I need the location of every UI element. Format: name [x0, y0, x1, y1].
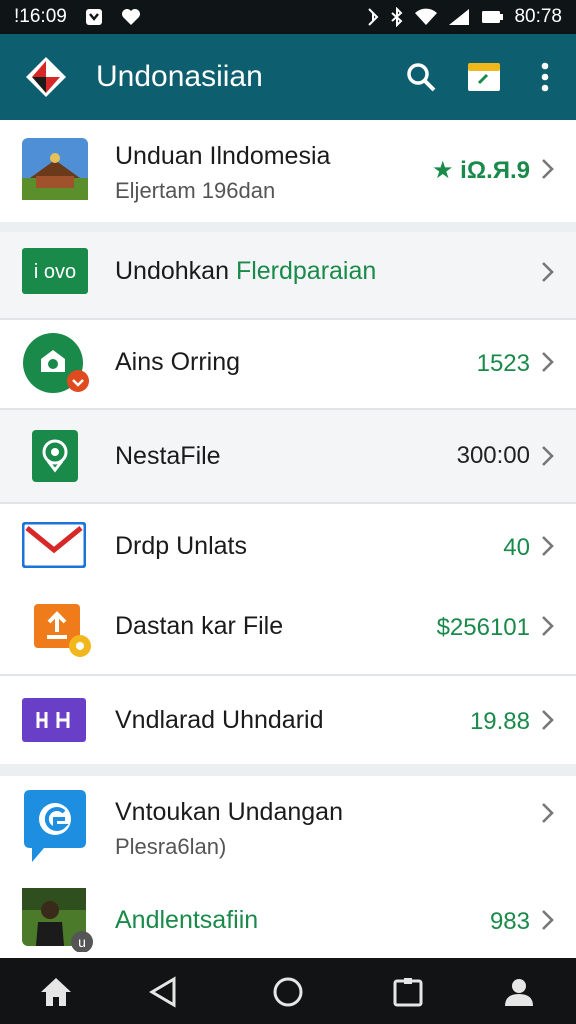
item-rating: ★ iΩ.Я.9 — [431, 157, 530, 184]
chevron-right-icon — [542, 536, 554, 556]
list-item[interactable]: Drdp Unlats 40 — [0, 504, 576, 586]
chevron-right-icon — [542, 159, 554, 179]
chevron-right-icon — [542, 616, 554, 636]
folder-icon[interactable] — [467, 60, 501, 94]
item-title: Undohkan Flerdparaian — [115, 257, 377, 285]
item-title: Andlentsafiin — [115, 906, 259, 934]
item-value: 300:00 — [456, 442, 530, 469]
list-item[interactable]: Ains Orring 1523 — [0, 320, 576, 408]
app-logo-icon[interactable] — [24, 55, 68, 99]
item-title: Ains Orring — [115, 348, 241, 376]
bluetooth-icon — [390, 7, 404, 27]
chevron-right-icon — [542, 352, 554, 372]
chevron-right-icon — [542, 446, 554, 466]
section-gap — [0, 764, 576, 776]
wifi-icon — [414, 8, 438, 26]
item-title: NestaFile — [115, 442, 221, 470]
battery-icon — [480, 8, 504, 26]
status-clock-right: 80:78 — [514, 6, 562, 27]
download-box-icon — [85, 8, 103, 26]
purple-app-icon — [22, 698, 86, 742]
list-item[interactable]: Dastan kar File $256101 — [0, 586, 576, 674]
item-value: $256101 — [436, 614, 530, 641]
status-bar: !16:09 80:78 — [0, 0, 576, 34]
svg-text:i ovo: i ovo — [34, 261, 76, 283]
search-icon[interactable] — [404, 60, 438, 94]
item-value: 40 — [503, 534, 530, 561]
heart-icon — [121, 8, 141, 26]
blue-chat-icon — [22, 788, 88, 868]
item-title: Dastan kar File — [115, 612, 284, 640]
list-item[interactable]: Vntoukan Undangan Plesra6lan) — [0, 776, 576, 878]
item-subtitle: Eljertam 196dan — [115, 178, 276, 203]
home-icon[interactable] — [38, 974, 74, 1010]
back-icon[interactable] — [145, 974, 181, 1010]
circle-home-icon[interactable] — [270, 974, 306, 1010]
signal-icon — [448, 8, 470, 26]
chevron-right-icon — [542, 710, 554, 730]
list-item[interactable]: i ovo Undohkan Flerdparaian — [0, 232, 576, 318]
iovo-logo-icon: i ovo — [22, 248, 88, 294]
list-item[interactable]: Vndlarad Uhndarid 19.88 — [0, 676, 576, 764]
green-location-icon — [32, 430, 78, 482]
navigation-bar — [0, 958, 576, 1024]
nfc-icon — [366, 7, 380, 27]
recent-apps-icon[interactable] — [390, 974, 426, 1010]
chevron-right-icon — [542, 910, 554, 930]
list-item[interactable]: u Andlentsafiin 983 — [0, 878, 576, 958]
list-item[interactable]: NestaFile 300:00 — [0, 410, 576, 502]
section-gap — [0, 222, 576, 232]
status-time: !16:09 — [14, 6, 67, 27]
list-item[interactable]: Unduan Ilndomesia Eljertam 196dan ★ iΩ.Я… — [0, 120, 576, 222]
item-title: Unduan Ilndomesia — [115, 142, 331, 170]
item-value: 19.88 — [469, 708, 530, 735]
app-title: Undonasiian — [96, 60, 263, 93]
svg-text:u: u — [78, 934, 86, 950]
profile-icon[interactable] — [502, 974, 538, 1010]
item-title: Vntoukan Undangan — [115, 798, 343, 826]
mail-icon — [21, 521, 87, 569]
item-value: 983 — [489, 908, 530, 935]
more-vert-icon[interactable] — [528, 60, 562, 94]
chevron-right-icon — [542, 803, 554, 823]
person-photo-icon: u — [22, 888, 94, 953]
chevron-right-icon — [542, 262, 554, 282]
orange-upload-icon — [34, 604, 94, 658]
item-title: Vndlarad Uhndarid — [115, 706, 324, 734]
item-title: Drdp Unlats — [115, 532, 247, 560]
mosque-photo-icon — [22, 138, 88, 200]
item-value: 1523 — [476, 350, 530, 377]
item-subtitle: Plesra6lan) — [115, 834, 227, 859]
app-bar: Undonasiian — [0, 34, 576, 120]
green-camera-icon — [22, 332, 89, 398]
